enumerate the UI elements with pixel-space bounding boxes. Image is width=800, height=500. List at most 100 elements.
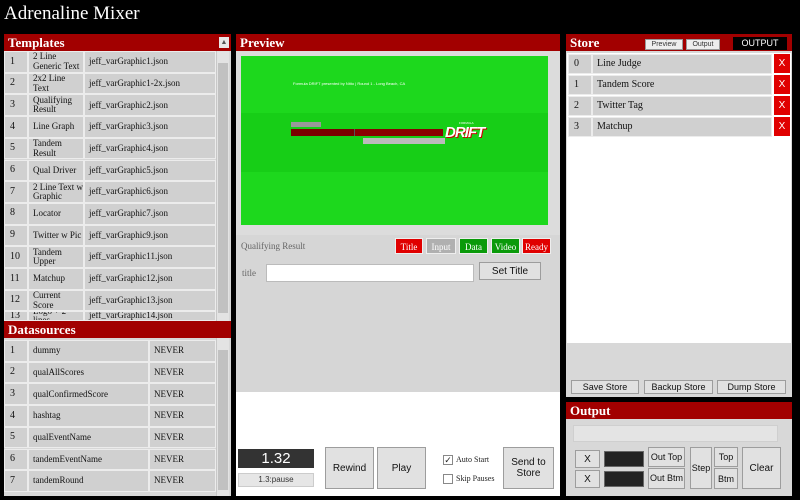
title-input[interactable] <box>266 264 474 282</box>
tag-ready: Ready <box>522 238 551 254</box>
table-row[interactable]: 4 hashtag NEVER <box>4 405 216 427</box>
store-remove-button[interactable]: X <box>774 117 790 136</box>
templates-title: Templates <box>8 35 65 50</box>
store-row[interactable]: 0 Line Judge X <box>568 54 790 74</box>
table-row[interactable]: 3 qualConfirmedScore NEVER <box>4 383 216 406</box>
time-display: 1.32 <box>238 449 314 468</box>
drift-logo-text: DRIFT <box>445 124 485 141</box>
templates-scroll-thumb[interactable] <box>218 63 228 313</box>
template-name: Qualifying Result <box>28 94 84 117</box>
datasources-scrollbar[interactable] <box>216 338 229 496</box>
datasource-name: tandemRound <box>28 470 149 492</box>
graphic-bar-base <box>363 138 445 144</box>
table-row[interactable]: 5 Tandem Result jeff_varGraphic4.json <box>4 137 216 160</box>
step-button[interactable]: Step <box>690 447 712 489</box>
table-row[interactable]: 5 qualEventName NEVER <box>4 426 216 449</box>
table-row[interactable]: 2 qualAllScores NEVER <box>4 361 216 384</box>
store-preview-tab[interactable]: Preview <box>645 39 683 50</box>
dump-store-button[interactable]: Dump Store <box>717 380 786 394</box>
datasources-header: Datasources <box>4 321 231 338</box>
row-number: 3 <box>4 94 28 117</box>
table-row[interactable]: 7 tandemRound NEVER <box>4 470 216 492</box>
output-header: Output <box>566 402 792 419</box>
selected-template-name: Qualifying Result <box>241 241 306 251</box>
backup-store-button[interactable]: Backup Store <box>644 380 713 394</box>
datasource-schedule: NEVER <box>149 448 216 471</box>
table-row[interactable]: 4 Line Graph jeff_varGraphic3.json <box>4 116 216 138</box>
skip-pauses-label: Skip Pauses <box>456 474 495 483</box>
table-row[interactable]: 9 Twitter w Pic jeff_varGraphic9.json <box>4 224 216 247</box>
graphic-lower-third: FORMULA DRIFT <box>291 121 501 146</box>
save-store-button[interactable]: Save Store <box>571 380 639 394</box>
row-number: 7 <box>4 470 28 492</box>
set-title-button[interactable]: Set Title <box>479 262 541 280</box>
table-row[interactable]: 12 Current Score jeff_varGraphic13.json <box>4 289 216 312</box>
store-title: Store <box>570 35 600 50</box>
store-slot-number: 2 <box>568 96 592 116</box>
output-title: Output <box>570 403 611 418</box>
table-row[interactable]: 3 Qualifying Result jeff_varGraphic2.json <box>4 94 216 117</box>
table-row[interactable]: 13Logo + 2 linesjeff_varGraphic14.json <box>4 311 216 321</box>
store-row[interactable]: 1 Tandem Score X <box>568 75 790 95</box>
auto-start-label: Auto Start <box>456 455 490 464</box>
template-name: 2x2 Line Text <box>28 72 84 95</box>
store-item-name: Tandem Score <box>592 75 772 95</box>
template-file: jeff_varGraphic1.json <box>84 51 216 73</box>
store-remove-button[interactable]: X <box>774 96 790 115</box>
tag-data: Data <box>459 238 488 254</box>
store-item-name: Line Judge <box>592 54 772 74</box>
skip-pauses-checkbox[interactable] <box>443 474 453 484</box>
store-mode-indicator: OUTPUT <box>733 37 787 50</box>
store-row[interactable]: 2 Twitter Tag X <box>568 96 790 116</box>
row-number: 3 <box>4 383 28 406</box>
table-row[interactable]: 6 tandemEventName NEVER <box>4 448 216 471</box>
table-row[interactable]: 1 dummy NEVER <box>4 340 216 362</box>
output-clear-btm-x-button[interactable]: X <box>575 470 600 488</box>
templates-header: Templates ▲ <box>4 34 231 51</box>
rewind-button[interactable]: Rewind <box>325 447 374 489</box>
template-name: Locator <box>28 202 84 225</box>
template-file: jeff_varGraphic12.json <box>84 268 216 290</box>
datasources-scroll-thumb[interactable] <box>218 350 228 490</box>
send-to-store-button[interactable]: Send to Store <box>503 447 554 489</box>
output-clear-top-x-button[interactable]: X <box>575 450 600 468</box>
store-remove-button[interactable]: X <box>774 54 790 73</box>
store-item-name: Twitter Tag <box>592 96 772 116</box>
top-button[interactable]: Top <box>714 447 738 467</box>
row-number: 2 <box>4 72 28 95</box>
output-btm-slot <box>604 471 644 487</box>
row-number: 10 <box>4 246 28 268</box>
btm-button[interactable]: Btm <box>714 468 738 489</box>
template-name: Matchup <box>28 268 84 290</box>
store-slot-number: 3 <box>568 117 592 137</box>
table-row[interactable]: 10 Tandem Upper jeff_varGraphic11.json <box>4 246 216 268</box>
play-button[interactable]: Play <box>377 447 426 489</box>
output-status-bar <box>573 425 778 442</box>
table-row[interactable]: 12 Line Generic Text jeff_varGraphic1.jso… <box>4 51 216 73</box>
clear-button[interactable]: Clear <box>742 447 781 489</box>
datasource-schedule: NEVER <box>149 383 216 406</box>
store-row[interactable]: 3 Matchup X <box>568 117 790 137</box>
template-file: jeff_varGraphic3.json <box>84 116 216 138</box>
row-number: 8 <box>4 202 28 225</box>
templates-scrollbar[interactable] <box>216 51 229 321</box>
store-output-tab[interactable]: Output <box>686 39 720 50</box>
out-top-button[interactable]: Out Top <box>648 447 685 467</box>
datasource-name: tandemEventName <box>28 448 149 471</box>
store-slot-number: 0 <box>568 54 592 74</box>
table-row[interactable]: 8 Locator jeff_varGraphic7.json <box>4 202 216 225</box>
out-btm-button[interactable]: Out Btm <box>648 468 685 489</box>
table-row[interactable]: 72 Line Text w Graphic jeff_varGraphic6.j… <box>4 181 216 203</box>
graphic-bar-top <box>291 122 321 127</box>
auto-start-checkbox[interactable]: ✓ <box>443 455 453 465</box>
template-file: jeff_varGraphic6.json <box>84 181 216 203</box>
datasource-name: dummy <box>28 340 149 362</box>
store-remove-button[interactable]: X <box>774 75 790 94</box>
scroll-up-arrow-icon[interactable]: ▲ <box>219 37 229 48</box>
preview-header: Preview <box>236 34 560 51</box>
table-row[interactable]: 11 Matchup jeff_varGraphic12.json <box>4 268 216 290</box>
table-row[interactable]: 6 Qual Driver jeff_varGraphic5.json <box>4 159 216 182</box>
drift-logo: FORMULA DRIFT <box>445 121 485 142</box>
datasource-schedule: NEVER <box>149 361 216 384</box>
table-row[interactable]: 2 2x2 Line Text jeff_varGraphic1-2x.json <box>4 72 216 95</box>
